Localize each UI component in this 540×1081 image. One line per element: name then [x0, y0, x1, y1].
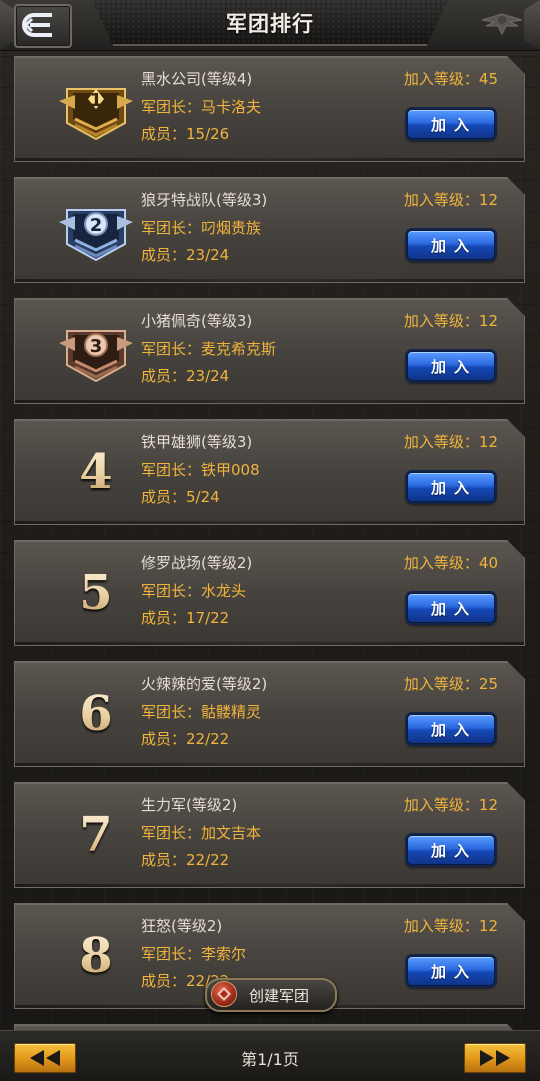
medal-rank-text: 3	[90, 336, 103, 357]
create-legion-icon	[211, 981, 237, 1007]
legion-name: 小猪佩奇(等级3)	[141, 312, 253, 330]
legion-name: 修罗战场(等级2)	[141, 554, 253, 572]
join-level-requirement: 加入等级：12	[403, 191, 498, 209]
legion-leader: 军团长：水龙头	[141, 582, 247, 600]
join-button[interactable]: 加入	[407, 351, 495, 381]
legion-leader: 军团长：李索尔	[141, 945, 247, 963]
silver-medal-icon: 2	[59, 209, 133, 262]
rank-number: 8	[59, 924, 133, 988]
join-button[interactable]: 加入	[407, 230, 495, 260]
legion-leader: 军团长：麦克希克斯	[141, 340, 277, 358]
legion-name: 狂怒(等级2)	[141, 917, 223, 935]
legion-members: 成员：17/22	[141, 609, 230, 627]
legion-card: 1 黑水公司(等级4) 军团长：马卡洛夫 成员：15/26 加入等级：45 加入	[14, 56, 525, 162]
create-legion-button[interactable]: 创建军团	[205, 978, 337, 1012]
legion-leader: 军团长：马卡洛夫	[141, 98, 262, 116]
medal-rank-text: 1	[90, 90, 103, 111]
join-button[interactable]: 加入	[407, 835, 495, 865]
rank-number: 5	[59, 561, 133, 625]
legion-leader: 军团长：铁甲008	[141, 461, 260, 479]
back-arrow-icon	[22, 13, 52, 37]
join-level-requirement: 加入等级：45	[403, 70, 498, 88]
legion-members: 成员：22/22	[141, 730, 230, 748]
next-page-button[interactable]	[464, 1043, 526, 1073]
winged-emblem-icon	[481, 13, 523, 36]
join-button[interactable]: 加入	[407, 714, 495, 744]
join-level-requirement: 加入等级：12	[403, 433, 498, 451]
legion-card: 6 火辣辣的爱(等级2) 军团长：骷髅精灵 成员：22/22 加入等级：25 加…	[14, 661, 525, 767]
legion-name: 生力军(等级2)	[141, 796, 238, 814]
back-button[interactable]	[14, 4, 72, 48]
legion-name: 狼牙特战队(等级3)	[141, 191, 268, 209]
bronze-medal-icon: 3	[59, 330, 133, 383]
legion-leader: 军团长：加文吉本	[141, 824, 262, 842]
create-legion-label: 创建军团	[249, 987, 310, 1005]
join-level-requirement: 加入等级：40	[403, 554, 498, 572]
legion-members: 成员：23/24	[141, 367, 230, 385]
title-plate: 军团排行	[92, 0, 448, 46]
join-level-requirement: 加入等级：12	[403, 917, 498, 935]
medal-rank-text: 2	[90, 215, 103, 236]
legion-name: 火辣辣的爱(等级2)	[141, 675, 268, 693]
join-button[interactable]: 加入	[407, 472, 495, 502]
legion-name: 黑水公司(等级4)	[141, 70, 253, 88]
pager-bar: 第1/1页	[0, 1030, 540, 1081]
top-bar: 军团排行	[0, 0, 540, 51]
legion-members: 成员：23/24	[141, 246, 230, 264]
legion-members: 成员：22/22	[141, 851, 230, 869]
legion-leader: 军团长：叼烟贵族	[141, 219, 262, 237]
join-level-requirement: 加入等级：12	[403, 312, 498, 330]
legion-card: 3 小猪佩奇(等级3) 军团长：麦克希克斯 成员：23/24 加入等级：12 加…	[14, 298, 525, 404]
gold-medal-icon: 1	[59, 88, 133, 141]
rank-number: 6	[59, 682, 133, 746]
double-right-arrow-icon	[480, 1050, 510, 1066]
legion-name: 铁甲雄狮(等级3)	[141, 433, 253, 451]
legion-members: 成员：5/24	[141, 488, 220, 506]
legion-card: 7 生力军(等级2) 军团长：加文吉本 成员：22/22 加入等级：12 加入	[14, 782, 525, 888]
legion-card: 2 狼牙特战队(等级3) 军团长：叼烟贵族 成员：23/24 加入等级：12 加…	[14, 177, 525, 283]
legion-card: 4 铁甲雄狮(等级3) 军团长：铁甲008 成员：5/24 加入等级：12 加入	[14, 419, 525, 525]
page-indicator: 第1/1页	[241, 1050, 299, 1069]
join-button[interactable]: 加入	[407, 109, 495, 139]
join-button[interactable]: 加入	[407, 593, 495, 623]
header-right-edge	[524, 0, 540, 50]
rank-number: 7	[59, 803, 133, 867]
legion-leader: 军团长：骷髅精灵	[141, 703, 262, 721]
legion-ranking-list[interactable]: 1 黑水公司(等级4) 军团长：马卡洛夫 成员：15/26 加入等级：45 加入…	[0, 50, 540, 1030]
legion-card: 5 修罗战场(等级2) 军团长：水龙头 成员：17/22 加入等级：40 加入	[14, 540, 525, 646]
join-level-requirement: 加入等级：12	[403, 796, 498, 814]
legion-members: 成员：15/26	[141, 125, 230, 143]
rank-number: 4	[59, 440, 133, 504]
page-title: 军团排行	[226, 12, 314, 36]
join-level-requirement: 加入等级：25	[403, 675, 498, 693]
join-button[interactable]: 加入	[407, 956, 495, 986]
